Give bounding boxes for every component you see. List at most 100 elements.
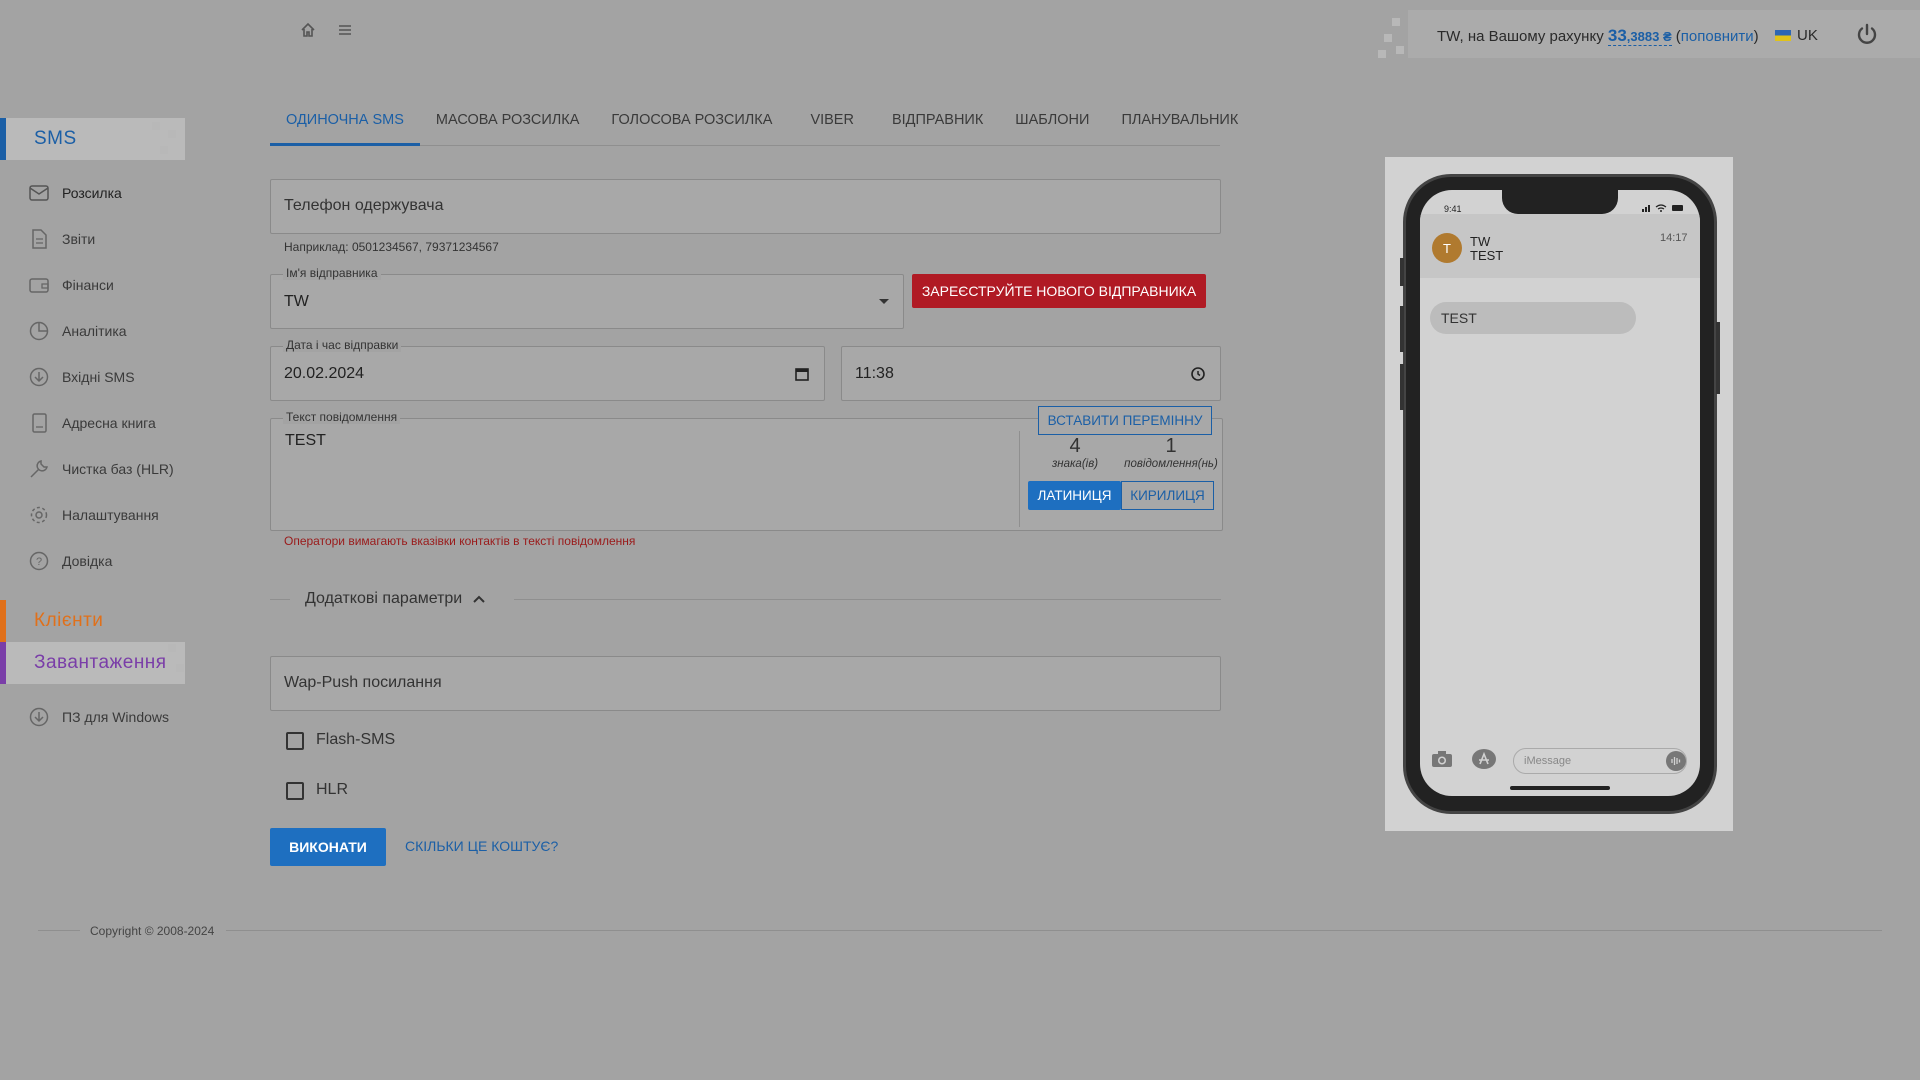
extra-params-label: Додаткові параметри	[305, 590, 463, 607]
menu-icon[interactable]	[337, 22, 353, 43]
hlr-checkbox[interactable]	[286, 782, 304, 800]
chat-header	[1420, 214, 1700, 278]
sidebar-item-rozsylka[interactable]: Розсилка	[28, 182, 122, 204]
balance-amount[interactable]: 33,3883 ₴	[1607, 26, 1672, 46]
tab-single-sms[interactable]: ОДИНОЧНА SMS	[270, 98, 420, 146]
phone-side-button	[1400, 258, 1404, 286]
language-label: UK	[1797, 27, 1818, 44]
date-value: 20.02.2024	[284, 365, 365, 382]
flash-sms-label: Flash-SMS	[316, 731, 396, 748]
home-icon[interactable]	[300, 22, 316, 43]
message-side-divider	[1019, 431, 1020, 527]
decor-pixel	[168, 130, 176, 138]
tab-voice-mailing[interactable]: ГОЛОСОВА РОЗСИЛКА	[595, 98, 788, 146]
sidebar-item-label: Фінанси	[62, 277, 114, 293]
divider-right	[514, 599, 1221, 600]
gear-icon	[30, 506, 48, 524]
tab-bar: ОДИНОЧНА SMS МАСОВА РОЗСИЛКА ГОЛОСОВА РО…	[270, 98, 1238, 146]
sidebar-item-dovidka[interactable]: ? Довідка	[28, 550, 112, 572]
tab-viber[interactable]: VIBER	[788, 98, 876, 146]
envelope-icon	[29, 185, 49, 201]
copyright: Copyright © 2008-2024	[90, 924, 215, 938]
sender-name-select[interactable]: Ім'я відправника TW	[270, 266, 904, 329]
tab-scheduler[interactable]: ПЛАНУВАЛЬНИК	[1105, 98, 1254, 146]
chars-count: 4	[1069, 435, 1081, 457]
download-circle-icon	[29, 367, 49, 387]
sidebar-item-adresna-knyha[interactable]: Адресна книга	[28, 412, 156, 434]
datetime-label: Дата і час відправки	[283, 338, 402, 352]
wallet-icon	[29, 278, 49, 293]
sidebar-header-downloads[interactable]: Завантаження	[0, 642, 185, 684]
sidebar-header-sms-label: SMS	[34, 128, 77, 149]
balance-prefix: TW, на Вашому рахунку	[1437, 28, 1604, 45]
messages-count: 1	[1165, 435, 1177, 457]
extra-params-toggle[interactable]: Додаткові параметри	[305, 590, 486, 608]
wap-push-placeholder: Wap-Push посилання	[284, 674, 442, 691]
messages-counter: 1 повідомлення(нь)	[1119, 435, 1223, 470]
flash-sms-checkbox[interactable]	[286, 732, 304, 750]
help-circle-icon: ?	[29, 551, 49, 571]
audio-icon	[1666, 751, 1686, 776]
recipient-phone-input[interactable]: Телефон одержувача	[270, 179, 1221, 234]
date-input[interactable]: Дата і час відправки 20.02.2024	[270, 338, 825, 401]
app-store-icon	[1472, 748, 1496, 775]
sidebar-item-label: Довідка	[62, 553, 113, 569]
register-sender-button[interactable]: ЗАРЕЄСТРУЙТЕ НОВОГО ВІДПРАВНИКА	[912, 274, 1206, 308]
decor-pixel	[1378, 50, 1386, 58]
wap-push-input[interactable]: Wap-Push посилання	[270, 656, 1221, 711]
decor-pixel	[160, 146, 168, 154]
sidebar-item-label: Аналітика	[62, 323, 127, 339]
phone-side-button	[1716, 322, 1720, 394]
messages-label: повідомлення(нь)	[1124, 458, 1218, 470]
wrench-icon	[30, 460, 48, 478]
sidebar-item-finansy[interactable]: Фінанси	[28, 274, 114, 296]
sidebar-item-analityka[interactable]: Аналітика	[28, 320, 127, 342]
phone-home-bar	[1510, 786, 1610, 790]
tab-templates[interactable]: ШАБЛОНИ	[999, 98, 1105, 146]
sidebar-item-nalashtuvannia[interactable]: Налаштування	[28, 504, 159, 526]
sender-name-value: TW	[284, 293, 309, 310]
chars-counter: 4 знака(ів)	[1044, 435, 1106, 470]
tab-mass-mailing[interactable]: МАСОВА РОЗСИЛКА	[420, 98, 596, 146]
clock-icon[interactable]	[1190, 366, 1206, 382]
cost-link[interactable]: СКІЛЬКИ ЦЕ КОШТУЄ?	[405, 838, 558, 854]
chat-subtitle: TEST	[1470, 248, 1504, 263]
message-text-value: TEST	[285, 432, 326, 449]
sidebar-item-vkhidni-sms[interactable]: Вхідні SMS	[28, 366, 135, 388]
latin-button[interactable]: ЛАТИНИЦЯ	[1028, 481, 1121, 510]
sidebar-item-label: Налаштування	[62, 507, 159, 523]
decor-pixel	[168, 644, 176, 652]
decor-pixel	[152, 122, 160, 130]
balance-info: TW, на Вашому рахунку 33,3883 ₴ (поповни…	[1437, 26, 1759, 46]
calendar-icon[interactable]	[794, 366, 810, 382]
language-selector[interactable]: UK	[1775, 27, 1818, 44]
power-icon[interactable]	[1855, 22, 1879, 46]
sidebar-item-windows-software[interactable]: ПЗ для Windows	[28, 706, 169, 728]
operators-warning: Оператори вимагають вказівки контактів в…	[284, 534, 636, 548]
camera-icon	[1431, 750, 1453, 773]
sidebar-item-label: Вхідні SMS	[62, 369, 135, 385]
phone-notch	[1502, 190, 1618, 214]
topup-link[interactable]: поповнити	[1681, 28, 1754, 45]
sidebar-header-clients[interactable]: Клієнти	[0, 600, 185, 642]
chevron-up-icon	[473, 595, 485, 603]
ukraine-flag-icon	[1775, 30, 1791, 41]
sidebar-item-label: ПЗ для Windows	[62, 709, 170, 725]
submit-button[interactable]: ВИКОНАТИ	[270, 828, 386, 866]
dropdown-arrow-icon	[879, 299, 889, 304]
cyrillic-button[interactable]: КИРИЛИЦЯ	[1121, 481, 1214, 510]
decor-pixel	[1384, 34, 1392, 42]
sidebar-item-hlr[interactable]: Чистка баз (HLR)	[28, 458, 174, 480]
time-input[interactable]: 11:38	[841, 346, 1221, 401]
phone-screen: 9:41 T TW TEST 14:17 TEST iMessage	[1420, 190, 1700, 796]
time-value: 11:38	[855, 365, 894, 382]
paren-close: )	[1753, 28, 1759, 45]
tab-sender[interactable]: ВІДПРАВНИК	[876, 98, 999, 146]
chat-sender: TW	[1470, 234, 1491, 249]
sidebar-item-zvity[interactable]: Звіти	[28, 228, 95, 250]
decor-pixel	[1392, 18, 1400, 26]
phone-hint: Наприклад: 0501234567, 79371234567	[284, 240, 499, 254]
download-circle-icon	[29, 707, 49, 727]
decor-pixel	[1396, 46, 1404, 54]
insert-variable-button[interactable]: ВСТАВИТИ ПЕРЕМІННУ	[1038, 406, 1212, 435]
